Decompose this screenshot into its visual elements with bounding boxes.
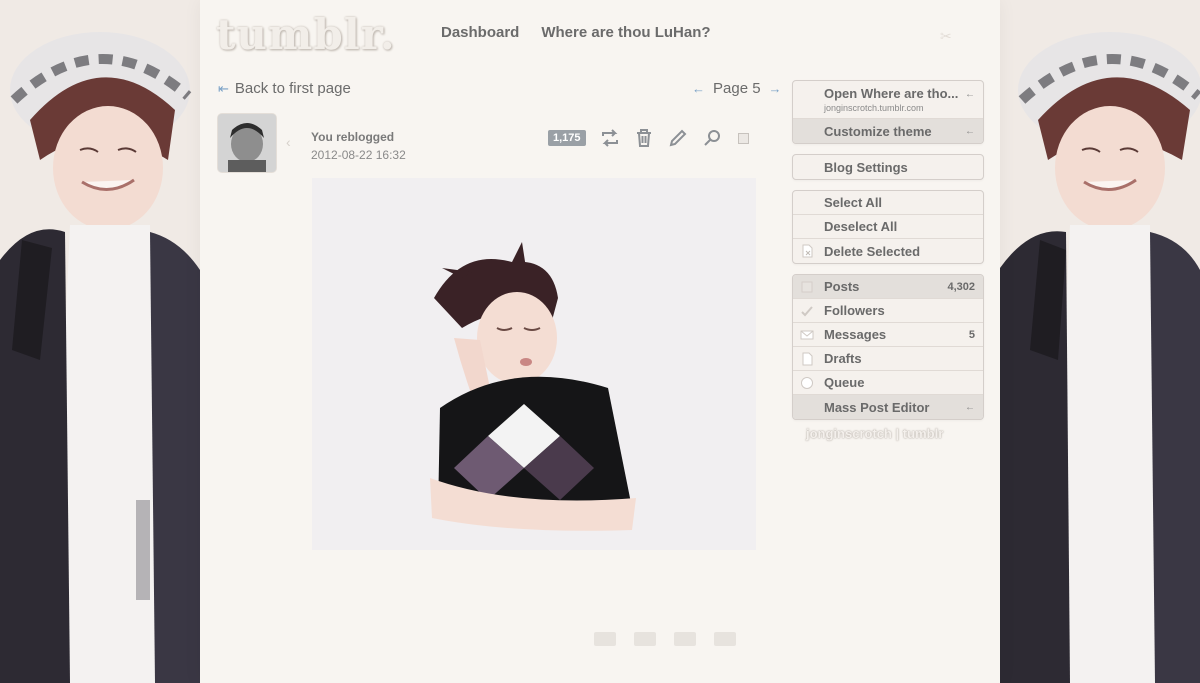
dashboard-sidebar: Open Where are tho... jonginscrotch.tumb… <box>792 80 984 430</box>
blog-box: Open Where are tho... jonginscrotch.tumb… <box>792 80 984 144</box>
customize-theme-link[interactable]: Customize theme ← <box>793 119 983 143</box>
edit-pencil-icon[interactable] <box>668 128 688 148</box>
messages-label: Messages <box>824 327 887 342</box>
right-background-photo <box>1000 0 1200 683</box>
back-to-first-page-label: Back to first page <box>234 80 351 97</box>
delete-trash-icon[interactable] <box>634 128 654 148</box>
sidebar-item-mass-post-editor[interactable]: Mass Post Editor ← <box>793 395 983 419</box>
stats-box: Posts 4,302 Followers Messages 5 Drafts … <box>792 274 984 420</box>
scissors-icon[interactable]: ✂ <box>940 28 952 45</box>
sidebar-item-drafts[interactable]: Drafts <box>793 347 983 371</box>
delete-selected-label: Delete Selected <box>824 243 921 259</box>
left-background-photo <box>0 0 200 683</box>
queue-icon <box>801 377 813 389</box>
open-blog-title: Open Where are tho... <box>824 86 959 101</box>
post-controls: 1,175 <box>548 128 749 148</box>
tumblr-logo[interactable]: tumblr. <box>216 10 396 59</box>
notes-count-badge[interactable]: 1,175 <box>548 130 586 146</box>
select-all-label: Select All <box>824 195 883 210</box>
queue-label: Queue <box>824 375 865 390</box>
select-all-button[interactable]: Select All <box>793 191 983 215</box>
sidebar-item-messages[interactable]: Messages 5 <box>793 323 983 347</box>
sidebar-item-followers[interactable]: Followers <box>793 299 983 323</box>
drafts-icon <box>802 352 813 366</box>
mass-post-editor-label: Mass Post Editor <box>824 399 930 415</box>
avatar[interactable] <box>218 114 276 172</box>
page-indicator: Page 5 <box>713 80 761 97</box>
avatar-caret-icon: ‹ <box>286 134 291 150</box>
search-icon[interactable] <box>702 128 722 148</box>
posts-count: 4,302 <box>947 280 975 293</box>
reblog-label: You reblogged <box>311 130 395 144</box>
customize-theme-label: Customize theme <box>824 123 932 139</box>
delete-page-icon <box>802 244 813 258</box>
blog-settings-label: Blog Settings <box>824 159 908 175</box>
post-photo[interactable] <box>312 178 756 550</box>
previous-page-arrow-icon[interactable]: ← <box>692 81 705 96</box>
deselect-all-button[interactable]: Deselect All <box>793 215 983 239</box>
followers-icon <box>801 306 813 317</box>
messages-icon <box>800 330 814 340</box>
faded-post-controls <box>594 632 736 646</box>
selection-box: Select All Deselect All Delete Selected <box>792 190 984 264</box>
blog-url: jonginscrotch.tumblr.com <box>824 103 924 113</box>
messages-count: 5 <box>968 328 975 341</box>
settings-box: Blog Settings <box>792 154 984 180</box>
reblog-icon[interactable] <box>600 128 620 148</box>
delete-selected-button[interactable]: Delete Selected <box>793 239 983 263</box>
posts-label: Posts <box>824 279 860 294</box>
top-navigation: Dashboard Where are thou LuHan? <box>441 24 711 41</box>
post-meta: You reblogged 2012-08-22 16:32 <box>311 130 406 162</box>
page-navigation: ← Page 5 → <box>692 80 782 97</box>
mass-editor-chevron-icon: ← <box>965 401 975 413</box>
sidebar-item-posts[interactable]: Posts 4,302 <box>793 275 983 299</box>
open-blog-link[interactable]: Open Where are tho... jonginscrotch.tumb… <box>793 81 983 119</box>
nav-blog-link[interactable]: Where are thou LuHan? <box>541 24 710 41</box>
customize-chevron-icon: ← <box>965 125 975 137</box>
posts-icon <box>801 281 813 293</box>
post-timestamp: 2012-08-22 16:32 <box>311 148 406 162</box>
followers-label: Followers <box>824 303 885 318</box>
back-to-first-page-link[interactable]: ⇤ Back to first page <box>218 80 351 97</box>
select-post-checkbox[interactable] <box>737 132 749 144</box>
next-page-arrow-icon[interactable]: → <box>769 81 782 96</box>
nav-dashboard-link[interactable]: Dashboard <box>441 24 519 41</box>
open-blog-chevron-icon: ← <box>965 89 975 100</box>
blog-settings-link[interactable]: Blog Settings <box>793 155 983 179</box>
deselect-all-label: Deselect All <box>824 219 898 234</box>
first-page-arrow-icon: ⇤ <box>218 80 229 96</box>
sidebar-item-queue[interactable]: Queue <box>793 371 983 395</box>
drafts-label: Drafts <box>824 351 862 366</box>
